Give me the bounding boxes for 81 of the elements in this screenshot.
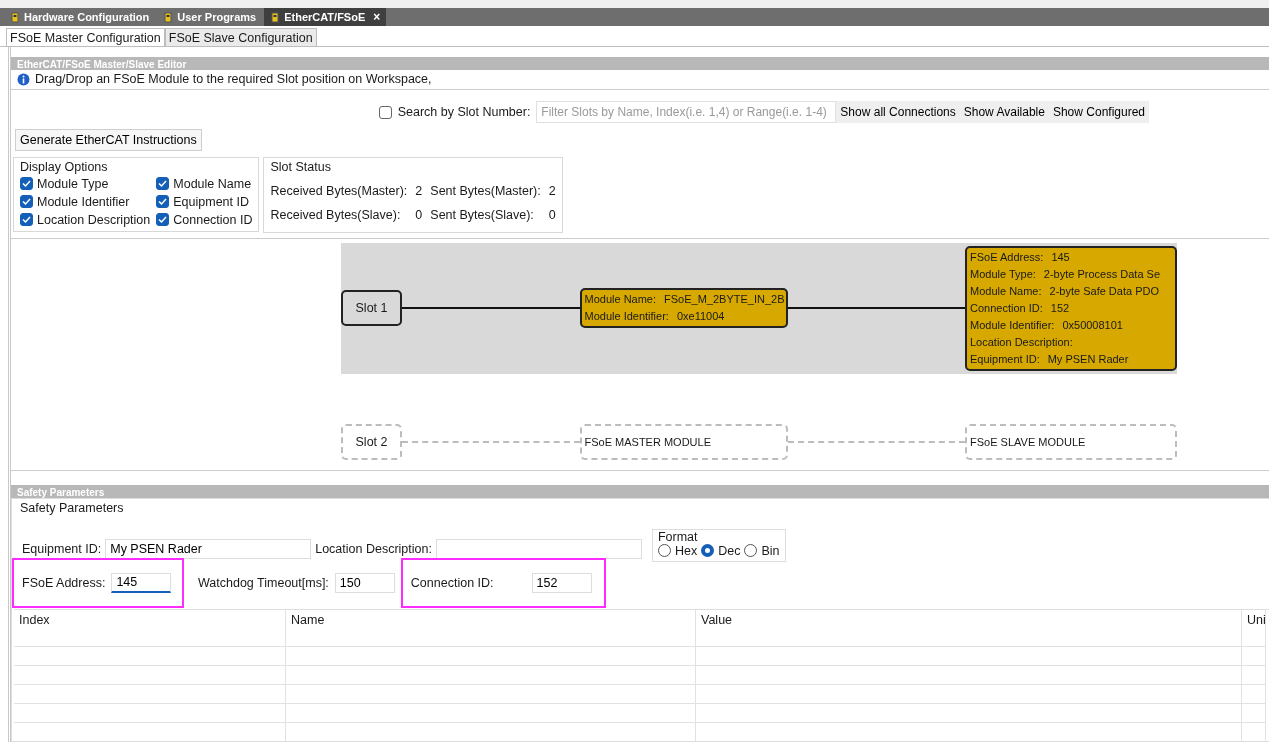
option-checkbox[interactable] — [156, 177, 170, 191]
field-label: Location Description: — [315, 542, 432, 557]
option-label: Module Type — [37, 176, 109, 191]
info-icon — [17, 72, 30, 86]
field-label: FSoE Address: — [22, 576, 106, 590]
module-property: Module Name: FSoE_M_2BYTE_IN_2B — [584, 292, 783, 308]
format-radio[interactable] — [657, 544, 671, 558]
generate-button[interactable]: Generate EtherCAT Instructions — [15, 129, 202, 151]
field-label: Equipment ID: — [22, 542, 102, 557]
option-checkbox[interactable] — [20, 195, 33, 209]
column-header[interactable]: Value — [696, 610, 1242, 646]
status-label: Received Bytes(Slave): — [270, 207, 402, 222]
format-radio[interactable] — [701, 544, 715, 558]
module-icon — [270, 11, 281, 23]
editor-tab[interactable]: EtherCAT/FSoE × — [264, 8, 387, 26]
module-property: Location Description: — [970, 334, 1074, 350]
table-cell — [1242, 665, 1266, 684]
module-property: Module Identifier: 0x50008101 — [970, 317, 1124, 333]
status-value: 0 — [548, 207, 556, 222]
view-button[interactable]: Show Configured — [1048, 101, 1149, 124]
filter-field[interactable]: Filter Slots by Name, Index(i.e. 1,4) or Range(i.e. 1-4) — [536, 101, 837, 124]
module-property: Connection ID: 152 — [970, 300, 1071, 316]
table-cell — [1242, 684, 1266, 703]
status-label: Received Bytes(Master): — [270, 183, 408, 198]
slave-module-node[interactable]: FSoE SLAVE MODULE — [965, 423, 1177, 460]
view-button[interactable]: Show Available — [959, 101, 1049, 124]
slot-node[interactable]: Slot 2 — [341, 423, 402, 460]
option-checkbox[interactable] — [20, 213, 33, 227]
slot-node[interactable]: Slot 1 — [341, 290, 402, 327]
watchdog-field[interactable]: 150 — [334, 573, 395, 593]
fsoe-address-field[interactable]: 145 — [111, 573, 172, 593]
module-property: Equipment ID: My PSEN Rader — [970, 351, 1130, 367]
search-checkbox[interactable] — [378, 105, 392, 119]
option-label: Location Description — [37, 212, 151, 227]
module-icon — [163, 11, 174, 23]
module-icon — [10, 11, 20, 23]
option-label: Connection ID — [173, 212, 253, 227]
status-label: Sent Bytes(Slave): — [430, 207, 535, 222]
table-cell — [1242, 703, 1266, 722]
config-tab[interactable]: FSoE Slave Configuration — [164, 28, 317, 46]
option-checkbox[interactable] — [20, 177, 33, 191]
master-module-node[interactable]: FSoE MASTER MODULE — [579, 423, 788, 460]
location-field[interactable] — [435, 539, 642, 560]
column-header[interactable]: Index — [14, 610, 286, 646]
field-label: Connection ID: — [410, 576, 494, 590]
column-header[interactable]: Name — [286, 610, 696, 646]
editor-title: EtherCAT/FSoE Master/Slave Editor — [11, 57, 1269, 70]
option-label: Module Name — [173, 176, 252, 191]
master-module-node[interactable]: Module Name: FSoE_M_2BYTE_IN_2B Module Identifier: 0xe11004 — [579, 288, 788, 329]
slave-module-node[interactable]: FSoE Address: 145 Module Type: 2-byte Process Data Se Module Name: 2-byte Safe Data PDO Connection ID: 152 Module Identifier: 0x50008101 Location Description: Equipment ID: My PSEN Rader — [965, 245, 1177, 371]
group-title: Format — [657, 530, 698, 544]
option-checkbox[interactable] — [156, 195, 170, 209]
module-property: Module Name: 2-byte Safe Data PDO — [970, 283, 1160, 299]
radio-label: Hex — [674, 544, 698, 558]
module-property: FSoE Address: 145 — [970, 249, 1071, 265]
info-text: Drag/Drop an FSoE Module to the required Slot position on Workspace, — [35, 72, 432, 87]
safety-title: Safety Parameters — [11, 485, 1269, 498]
view-button[interactable]: Show all Connections — [836, 101, 960, 124]
option-checkbox[interactable] — [156, 213, 170, 227]
connection-id-field[interactable]: 152 — [531, 573, 592, 593]
option-label: Module Identifier — [37, 194, 130, 209]
status-value: 2 — [548, 183, 556, 198]
table-cell — [1242, 646, 1266, 665]
equipment-id-field[interactable]: My PSEN Rader — [105, 539, 312, 560]
status-label: Sent Bytes(Master): — [430, 183, 541, 198]
close-icon[interactable]: × — [373, 10, 381, 24]
module-property: Module Type: 2-byte Process Data Se — [970, 266, 1161, 282]
radio-label: Dec — [718, 544, 741, 558]
group-title: Slot Status — [270, 159, 332, 174]
format-radio[interactable] — [744, 544, 758, 558]
group-title: Safety Parameters — [19, 501, 125, 515]
radio-label: Bin — [761, 544, 780, 558]
group-title: Display Options — [20, 159, 109, 174]
config-tab[interactable]: FSoE Master Configuration — [6, 28, 165, 46]
field-label: Watchdog Timeout[ms]: — [198, 576, 329, 590]
module-property: Module Identifier: 0xe11004 — [584, 309, 726, 325]
search-label: Search by Slot Number: — [397, 105, 531, 120]
option-label: Equipment ID — [173, 194, 249, 209]
status-value: 2 — [415, 183, 423, 198]
status-value: 0 — [415, 207, 423, 222]
column-header[interactable]: Uni — [1242, 610, 1266, 646]
